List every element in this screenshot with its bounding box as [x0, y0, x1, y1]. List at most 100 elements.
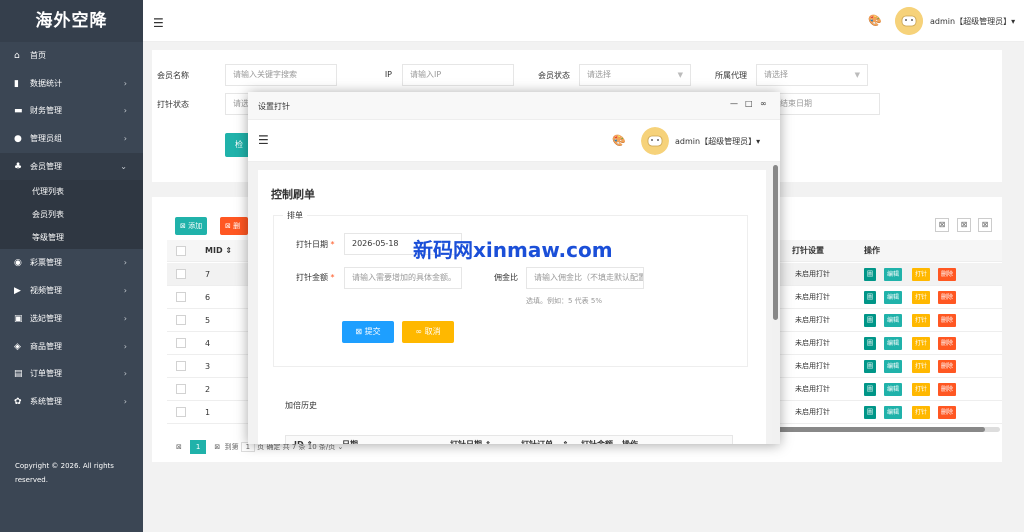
punch-button[interactable]: 打针 — [912, 291, 931, 304]
punch-amount-input[interactable]: 请输入需要增加的具体金额。 — [344, 267, 462, 289]
export-icon[interactable]: ⊠ — [957, 218, 971, 232]
sidebar-item-orders[interactable]: ▤ 订单管理 › — [0, 360, 143, 388]
close-icon[interactable]: ∞ — [760, 99, 767, 108]
delete-button[interactable]: 删除 — [938, 314, 957, 327]
row-checkbox[interactable] — [176, 407, 186, 417]
horizontal-scrollbar[interactable] — [775, 427, 1000, 432]
sidebar-subitem-agents[interactable]: 代理列表 — [0, 180, 143, 204]
image-button[interactable]: 圖 — [864, 360, 877, 373]
punch-button[interactable]: 打针 — [912, 383, 931, 396]
row-checkbox[interactable] — [176, 361, 186, 371]
image-button[interactable]: 圖 — [864, 337, 877, 350]
avatar[interactable] — [641, 127, 669, 155]
edit-button[interactable]: 编辑 — [884, 268, 903, 281]
column-header-mid[interactable]: MID ⇕ — [205, 240, 232, 262]
ratio-hint: 选填。例如：5 代表 5% — [526, 297, 603, 305]
next-page-icon[interactable]: ⊠ — [214, 443, 220, 451]
sidebar-item-finance[interactable]: ▬ 财务管理 › — [0, 97, 143, 125]
history-column-punch-date[interactable]: 打针日期 ⇕ — [450, 436, 492, 444]
chevron-right-icon: › — [123, 106, 127, 116]
palette-icon[interactable]: 🎨 — [868, 14, 882, 27]
image-button[interactable]: 圖 — [864, 383, 877, 396]
columns-icon[interactable]: ⊠ — [935, 218, 949, 232]
palette-icon[interactable]: 🎨 — [612, 134, 626, 147]
page-current[interactable]: 1 — [190, 440, 207, 454]
edit-button[interactable]: 编辑 — [884, 406, 903, 419]
sidebar-item-label: 订单管理 — [30, 369, 62, 379]
sidebar-item-label: 管理员组 — [30, 134, 62, 144]
submit-button[interactable]: ⊠ 提交 — [342, 321, 394, 343]
delete-button[interactable]: 删除 — [938, 268, 957, 281]
sidebar-item-members[interactable]: ♣ 会员管理 ⌄ — [0, 152, 143, 181]
edit-button[interactable]: 编辑 — [884, 360, 903, 373]
edit-button[interactable]: 编辑 — [884, 314, 903, 327]
cancel-button[interactable]: ∞ 取消 — [402, 321, 454, 343]
sidebar-item-home[interactable]: ⌂ 首页 — [0, 42, 143, 70]
sidebar-item-products[interactable]: ◈ 商品管理 › — [0, 333, 143, 361]
row-mid: 7 — [205, 270, 211, 279]
sidebar-item-stats[interactable]: ▮ 数据统计 › — [0, 70, 143, 98]
sidebar-subitem-levels[interactable]: 等级管理 — [0, 226, 143, 250]
sidebar-item-admin-group[interactable]: ● 管理员组 › — [0, 125, 143, 153]
punch-button[interactable]: 打针 — [912, 406, 931, 419]
image-button[interactable]: 圖 — [864, 291, 877, 304]
row-checkbox[interactable] — [176, 292, 186, 302]
ip-input[interactable]: 请输入IP — [402, 64, 514, 86]
row-punch-status: 未启用打针 — [795, 339, 830, 347]
punch-date-label-text: 打针日期 — [296, 240, 328, 249]
punch-button[interactable]: 打针 — [912, 360, 931, 373]
punch-button[interactable]: 打针 — [912, 314, 931, 327]
delete-button[interactable]: 删除 — [938, 360, 957, 373]
member-status-select[interactable]: 请选择 ▼ — [579, 64, 691, 86]
menu-toggle-icon[interactable]: ☰ — [258, 133, 269, 147]
edit-button[interactable]: 编辑 — [884, 291, 903, 304]
print-icon[interactable]: ⊠ — [978, 218, 992, 232]
history-column-punch-order[interactable]: 打针订单...⇕ — [521, 436, 569, 444]
maximize-icon[interactable]: □ — [745, 99, 753, 108]
delete-label: 删 — [233, 222, 241, 230]
menu-toggle-icon[interactable]: ☰ — [153, 16, 164, 30]
minimize-icon[interactable]: — — [730, 99, 738, 108]
add-button[interactable]: ⊠ 添加 — [175, 217, 208, 235]
punch-button[interactable]: 打针 — [912, 268, 931, 281]
row-checkbox[interactable] — [176, 269, 186, 279]
scrollbar-thumb[interactable] — [773, 165, 778, 320]
edit-button[interactable]: 编辑 — [884, 383, 903, 396]
member-name-input[interactable]: 请输入关键字搜索 — [225, 64, 337, 86]
delete-button[interactable]: 删除 — [938, 406, 957, 419]
sidebar-subitem-members[interactable]: 会员列表 — [0, 203, 143, 227]
delete-button[interactable]: 删除 — [938, 383, 957, 396]
agent-select[interactable]: 请选择 ▼ — [756, 64, 868, 86]
delete-button[interactable]: 删除 — [938, 337, 957, 350]
user-menu[interactable]: admin【超级管理员】▾ — [930, 16, 1015, 27]
history-column-id[interactable]: ID ⇕ — [294, 436, 313, 444]
scrollbar-thumb[interactable] — [775, 427, 985, 432]
avatar[interactable] — [895, 7, 923, 35]
sidebar-item-system[interactable]: ✿ 系统管理 › — [0, 388, 143, 416]
image-button[interactable]: 圖 — [864, 406, 877, 419]
end-date-input[interactable]: 结束日期 — [772, 93, 880, 115]
select-all-checkbox[interactable] — [176, 246, 186, 256]
row-checkbox[interactable] — [176, 338, 186, 348]
row-checkbox[interactable] — [176, 384, 186, 394]
wallet-icon: ▬ — [14, 106, 23, 117]
prev-page-icon[interactable]: ⊠ — [176, 443, 182, 451]
delete-button[interactable]: 删除 — [938, 291, 957, 304]
edit-button[interactable]: 编辑 — [884, 337, 903, 350]
batch-delete-button[interactable]: ⊠ 删 — [220, 217, 248, 235]
punch-button[interactable]: 打针 — [912, 337, 931, 350]
image-button[interactable]: 圖 — [864, 268, 877, 281]
modal-vertical-scrollbar[interactable] — [772, 162, 780, 444]
user-menu[interactable]: admin【超级管理员】▾ — [675, 136, 760, 147]
sidebar-item-selection[interactable]: ▣ 选妃管理 › — [0, 305, 143, 333]
box-icon: ◈ — [14, 341, 21, 352]
sidebar-item-lottery[interactable]: ◉ 彩票管理 › — [0, 249, 143, 277]
add-label: 添加 — [188, 222, 203, 230]
image-button[interactable]: 圖 — [864, 314, 877, 327]
sidebar-item-video[interactable]: ▶ 视频管理 › — [0, 277, 143, 305]
page-size-select[interactable]: 10 条/页 ⌄ — [308, 443, 344, 451]
commission-ratio-input[interactable]: 请输入佣金比（不填走默认配置） — [526, 267, 644, 289]
column-header-punch-setting: 打针设置 — [792, 246, 824, 255]
row-checkbox[interactable] — [176, 315, 186, 325]
goto-confirm-button[interactable]: 确定 — [266, 443, 280, 451]
